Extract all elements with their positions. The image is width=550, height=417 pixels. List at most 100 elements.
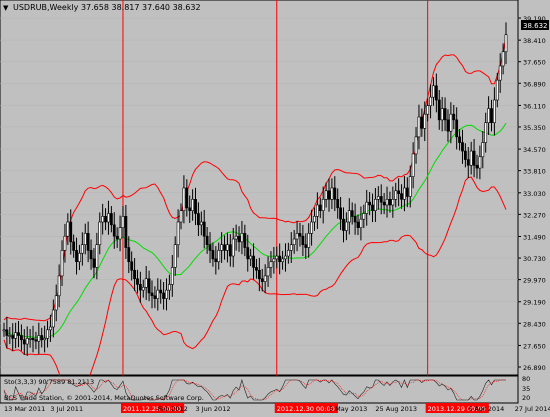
candle-body	[356, 221, 360, 228]
candle-body	[109, 213, 113, 226]
candle-body	[162, 292, 165, 299]
y-tick-label: 36.110	[523, 102, 546, 110]
candle-body	[25, 338, 29, 345]
candle-body	[298, 233, 302, 237]
candle-body	[17, 332, 20, 336]
candle-body	[34, 339, 38, 342]
stoch-level-20: 20	[522, 394, 530, 402]
candle-body	[101, 216, 105, 223]
candle-body	[313, 216, 316, 223]
candle-body	[202, 221, 206, 237]
candle-body	[223, 244, 226, 251]
candle-body	[249, 255, 253, 260]
y-tick-label: 34.570	[523, 146, 546, 154]
candle-body	[284, 255, 287, 260]
candle-body	[458, 136, 461, 143]
y-tick-label: 26.890	[523, 364, 546, 372]
candle-body	[432, 85, 435, 98]
candle-body	[159, 289, 163, 294]
candle-body	[368, 201, 372, 206]
candle-body	[118, 227, 122, 240]
candle-body	[472, 150, 476, 166]
candle-body	[278, 255, 282, 263]
candle-body	[98, 221, 102, 246]
x-tick-label: 3 Jul 2011	[50, 405, 83, 413]
candle-body	[353, 216, 357, 223]
candle-body	[318, 204, 322, 211]
candle-body	[385, 199, 389, 206]
candle-body	[426, 105, 430, 115]
candle-body	[272, 258, 276, 263]
x-tick-label: 6 Apr 2014	[468, 405, 504, 413]
y-tick-label: 33.810	[523, 168, 546, 176]
candle-body	[197, 213, 200, 226]
candle-body	[211, 250, 215, 260]
candle-body	[376, 196, 380, 200]
candle-body	[51, 309, 55, 328]
candle-body	[141, 286, 145, 291]
x-tick-label: 27 Jul 2014	[515, 405, 550, 413]
candle-body	[359, 218, 363, 228]
chart-root: 39.190 38.410 37.650 36.890 36.110 35.350 34.5…	[0, 0, 550, 413]
candle-body	[124, 216, 128, 248]
candle-body	[28, 338, 32, 340]
y-tick-label: 35.350	[523, 124, 546, 132]
candle-body	[57, 275, 61, 297]
candle-body	[434, 85, 438, 101]
candle-body	[330, 187, 334, 200]
copyright-label: BCS Trade Station, © 2001-2014, MetaQuot…	[4, 394, 204, 402]
candle-body	[295, 233, 299, 240]
candle-body	[484, 122, 488, 143]
candle-body	[339, 207, 343, 220]
symbol-label: USDRUB,Weekly 37.658 38.817 37.640 38.63…	[13, 3, 201, 12]
candle-body	[405, 187, 409, 197]
candle-body	[327, 190, 331, 200]
candle-body	[40, 335, 44, 341]
candle-body	[374, 199, 377, 211]
candle-body	[92, 258, 96, 268]
y-tick-label: 32.270	[523, 211, 546, 219]
candle-body	[237, 235, 241, 243]
candle-body	[504, 34, 508, 53]
candle-body	[60, 250, 64, 277]
candle-body	[147, 278, 151, 294]
candle-body	[275, 255, 279, 260]
candle-body	[490, 108, 493, 123]
candle-body	[246, 247, 250, 260]
candle-body	[153, 295, 157, 299]
candle-body	[217, 250, 221, 263]
candle-body	[301, 235, 305, 246]
candle-body	[463, 150, 467, 160]
candle-body	[80, 244, 84, 254]
candle-body	[429, 96, 432, 106]
candle-body	[266, 267, 270, 277]
candle-body	[321, 199, 325, 211]
candle-body	[144, 278, 148, 288]
candle-body	[495, 79, 499, 101]
candle-body	[182, 187, 186, 211]
x-tick-label: Feb 2012	[158, 405, 188, 413]
candle-body	[150, 292, 154, 297]
candle-body	[22, 339, 26, 345]
candle-body	[394, 190, 398, 200]
candle-body	[138, 284, 142, 291]
candle-body	[333, 187, 337, 200]
candle-body	[231, 238, 235, 257]
candle-body	[345, 221, 348, 231]
x-tick-label: 13 Mar 2011	[4, 405, 45, 413]
candle-body	[423, 113, 427, 129]
candle-body	[66, 221, 70, 237]
candle-body	[260, 278, 264, 282]
candle-body	[269, 261, 273, 268]
candle-body	[179, 210, 183, 223]
candle-body	[8, 335, 12, 337]
y-tick-label: 28.430	[523, 320, 546, 328]
stochastic-panel: Sto(3,3,3) 90.7589 81.2113 BCS Trade Sta…	[0, 375, 530, 404]
candle-body	[72, 241, 76, 251]
candle-body	[408, 176, 412, 197]
candle-body	[170, 267, 174, 285]
y-tick-label: 36.890	[523, 80, 546, 88]
candle-body	[185, 187, 189, 209]
candle-body	[478, 156, 482, 169]
candle-body	[371, 204, 374, 211]
